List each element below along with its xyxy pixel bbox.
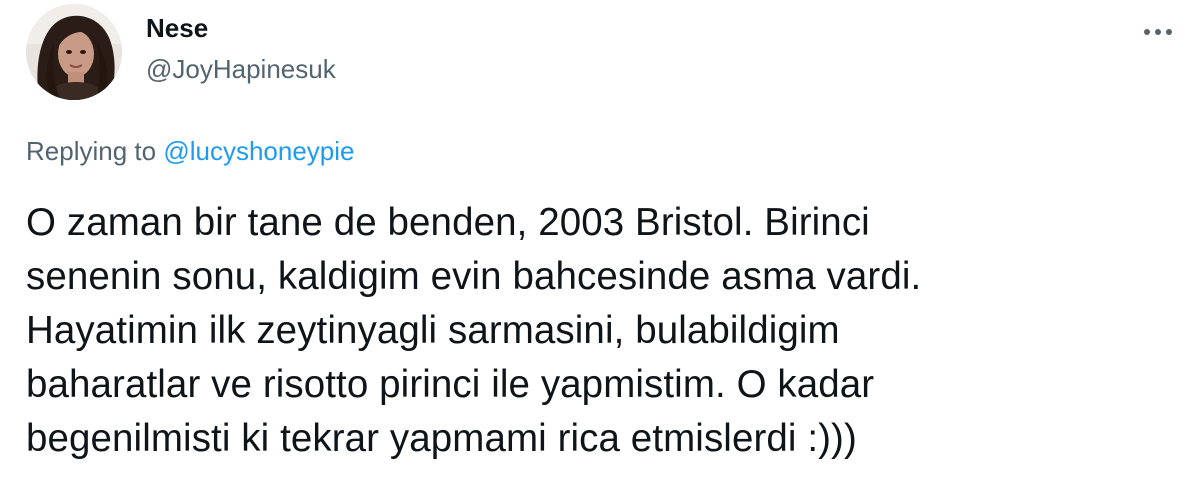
reply-context: Replying to @lucyshoneypie (26, 136, 354, 166)
more-horizontal-icon (1144, 29, 1172, 35)
tweet-card: Nese @JoyHapinesuk Replying to @lucyshon… (0, 0, 1200, 485)
author-display-name[interactable]: Nese (146, 13, 208, 43)
tweet-text-line: begenilmisti ki tekrar yapmami rica etmi… (26, 417, 857, 460)
tweet-text-line: baharatlar ve risotto pirinci ile yapmis… (26, 363, 875, 406)
avatar-photo-icon (26, 4, 122, 100)
author-avatar[interactable] (26, 4, 122, 100)
more-options-button[interactable] (1136, 18, 1180, 46)
author-handle[interactable]: @JoyHapinesuk (146, 54, 336, 84)
reply-context-prefix: Replying to (26, 136, 157, 166)
reply-mention-link[interactable]: @lucyshoneypie (163, 136, 354, 166)
tweet-text: O zaman bir tane de benden, 2003 Bristol… (26, 196, 1146, 466)
tweet-text-line: senenin sonu, kaldigim evin bahcesinde a… (26, 255, 922, 298)
tweet-text-line: O zaman bir tane de benden, 2003 Bristol… (26, 201, 870, 244)
tweet-text-line: Hayatimin ilk zeytinyagli sarmasini, bul… (26, 309, 840, 352)
